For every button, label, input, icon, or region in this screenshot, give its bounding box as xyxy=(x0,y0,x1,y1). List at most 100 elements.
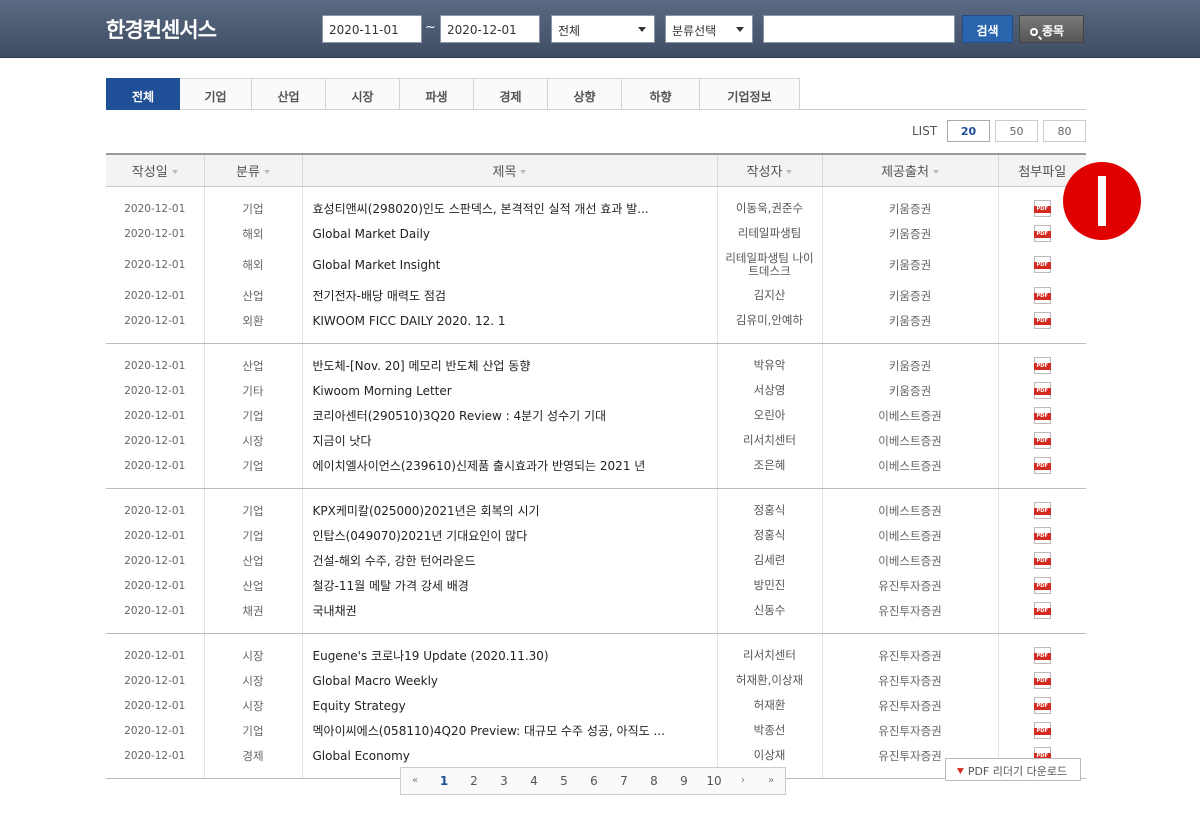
row-title[interactable]: Global Market Daily xyxy=(301,221,717,246)
date-to-input[interactable]: 2020-12-01 xyxy=(440,15,540,43)
page-10-button[interactable]: 10 xyxy=(699,768,729,794)
row-title[interactable]: 효성티앤씨(298020)인도 스판덱스, 본격적인 실적 개선 효과 발... xyxy=(301,196,717,221)
keyword-input[interactable] xyxy=(763,15,955,43)
table-row[interactable]: 2020-12-01 산업 건설-해외 수주, 강한 턴어라운드 김세련 이베스트증권 xyxy=(106,548,1086,573)
page-5-button[interactable]: 5 xyxy=(549,768,579,794)
row-title[interactable]: 인탑스(049070)2021년 기대요인이 많다 xyxy=(301,523,717,548)
row-title[interactable]: 국내채권 xyxy=(301,598,717,623)
row-title[interactable]: Global Macro Weekly xyxy=(301,668,717,693)
table-row[interactable]: 2020-12-01 기업 에이치엘사이언스(239610)신제품 출시효과가 반영… xyxy=(106,453,1086,478)
table-row[interactable]: 2020-12-01 기업 KPX케미칼(025000)2021년은 회복의 시기 정… xyxy=(106,498,1086,523)
table-row[interactable]: 2020-12-01 기타 Kiwoom Morning Letter 서상영 키움증권 xyxy=(106,378,1086,403)
table-row[interactable]: 2020-12-01 시장 지금이 낫다 리서치센터 이베스트증권 xyxy=(106,428,1086,453)
page-1-button[interactable]: 1 xyxy=(429,768,459,794)
tab-market[interactable]: 시장 xyxy=(326,78,400,110)
report-type-select[interactable]: 전체 xyxy=(551,15,655,43)
list-size-50[interactable]: 50 xyxy=(995,120,1038,142)
col-category[interactable]: 분류 xyxy=(203,153,302,187)
stock-search-button[interactable]: 종목 xyxy=(1019,15,1084,43)
row-title[interactable]: 반도체-[Nov. 20] 메모리 반도체 산업 동향 xyxy=(301,353,717,378)
col-title[interactable]: 제목 xyxy=(301,153,717,187)
table-row[interactable]: 2020-12-01 시장 Equity Strategy 허재환 유진투자증권 xyxy=(106,693,1086,718)
pdf-file-icon[interactable] xyxy=(1033,312,1051,329)
page-next-button[interactable]: › xyxy=(729,768,757,794)
site-logo[interactable]: 한경컨센서스 xyxy=(106,14,217,44)
row-title[interactable]: Eugene's 코로나19 Update (2020.11.30) xyxy=(301,643,717,668)
row-title[interactable]: KPX케미칼(025000)2021년은 회복의 시기 xyxy=(301,498,717,523)
page-last-button[interactable]: » xyxy=(757,768,785,794)
tab-upgrade[interactable]: 상향 xyxy=(548,78,622,110)
table-row[interactable]: 2020-12-01 외환 KIWOOM FICC DAILY 2020. 12. … xyxy=(106,308,1086,333)
tab-all[interactable]: 전체 xyxy=(106,78,180,110)
pdf-file-icon[interactable] xyxy=(1033,382,1051,399)
row-title[interactable]: 전기전자-배당 매력도 점검 xyxy=(301,283,717,308)
table-row[interactable]: 2020-12-01 산업 전기전자-배당 매력도 점검 김지산 키움증권 xyxy=(106,283,1086,308)
row-title[interactable]: Global Market Insight xyxy=(301,246,717,283)
pdf-file-icon[interactable] xyxy=(1033,672,1051,689)
tab-economy[interactable]: 경제 xyxy=(474,78,548,110)
table-row[interactable]: 2020-12-01 시장 Eugene's 코로나19 Update (2020.… xyxy=(106,643,1086,668)
tab-derivatives[interactable]: 파생 xyxy=(400,78,474,110)
pdf-reader-download-button[interactable]: ⯆ PDF 리더기 다운로드 xyxy=(945,758,1081,781)
row-source: 유진투자증권 xyxy=(821,598,998,623)
col-date[interactable]: 작성일 xyxy=(106,153,204,187)
row-title[interactable]: 지금이 낫다 xyxy=(301,428,717,453)
pdf-file-icon[interactable] xyxy=(1033,200,1051,217)
table-row[interactable]: 2020-12-01 산업 반도체-[Nov. 20] 메모리 반도체 산업 동향 박… xyxy=(106,353,1086,378)
pdf-file-icon[interactable] xyxy=(1033,432,1051,449)
row-title[interactable]: 철강-11월 메탈 가격 강세 배경 xyxy=(301,573,717,598)
row-title[interactable]: 에이치엘사이언스(239610)신제품 출시효과가 반영되는 2021 년 xyxy=(301,453,717,478)
row-title[interactable]: Equity Strategy xyxy=(301,693,717,718)
row-category: 산업 xyxy=(203,283,302,308)
page-4-button[interactable]: 4 xyxy=(519,768,549,794)
page-3-button[interactable]: 3 xyxy=(489,768,519,794)
pdf-file-icon[interactable] xyxy=(1033,722,1051,739)
table-row[interactable]: 2020-12-01 해외 Global Market Daily 리테일파생팀 키움증… xyxy=(106,221,1086,246)
list-size-80[interactable]: 80 xyxy=(1043,120,1086,142)
table-row[interactable]: 2020-12-01 기업 멕아이씨에스(058110)4Q20 Preview: … xyxy=(106,718,1086,743)
row-title[interactable]: Kiwoom Morning Letter xyxy=(301,378,717,403)
table-row[interactable]: 2020-12-01 시장 Global Macro Weekly 허재환,이상재 유진… xyxy=(106,668,1086,693)
table-row[interactable]: 2020-12-01 기업 효성티앤씨(298020)인도 스판덱스, 본격적인 실… xyxy=(106,196,1086,221)
table-row[interactable]: 2020-12-01 경제 Global Economy 이상재 유진투자증권 xyxy=(106,743,1086,768)
page-2-button[interactable]: 2 xyxy=(459,768,489,794)
search-button[interactable]: 검색 xyxy=(962,15,1013,43)
page-first-button[interactable]: « xyxy=(401,768,429,794)
page-6-button[interactable]: 6 xyxy=(579,768,609,794)
pdf-file-icon[interactable] xyxy=(1033,357,1051,374)
pdf-file-icon[interactable] xyxy=(1033,697,1051,714)
tab-company[interactable]: 기업 xyxy=(180,78,252,110)
pdf-file-icon[interactable] xyxy=(1033,407,1051,424)
table-row[interactable]: 2020-12-01 기업 코리아센터(290510)3Q20 Review : 4… xyxy=(106,403,1086,428)
page-7-button[interactable]: 7 xyxy=(609,768,639,794)
pdf-file-icon[interactable] xyxy=(1033,527,1051,544)
category-select[interactable]: 분류선택 xyxy=(665,15,753,43)
date-from-input[interactable]: 2020-11-01 xyxy=(322,15,422,43)
pdf-file-icon[interactable] xyxy=(1033,256,1051,273)
page-8-button[interactable]: 8 xyxy=(639,768,669,794)
pdf-file-icon[interactable] xyxy=(1033,457,1051,474)
pdf-file-icon[interactable] xyxy=(1033,225,1051,242)
col-author[interactable]: 작성자 xyxy=(716,153,822,187)
tab-industry[interactable]: 산업 xyxy=(252,78,326,110)
table-row[interactable]: 2020-12-01 산업 철강-11월 메탈 가격 강세 배경 방민진 유진투자증권 xyxy=(106,573,1086,598)
pdf-file-icon[interactable] xyxy=(1033,502,1051,519)
col-source[interactable]: 제공출처 xyxy=(821,153,998,187)
list-size-20[interactable]: 20 xyxy=(947,120,990,142)
tab-downgrade[interactable]: 하향 xyxy=(622,78,700,110)
pdf-file-icon[interactable] xyxy=(1033,287,1051,304)
row-title[interactable]: 건설-해외 수주, 강한 턴어라운드 xyxy=(301,548,717,573)
pdf-file-icon[interactable] xyxy=(1033,602,1051,619)
table-row[interactable]: 2020-12-01 해외 Global Market Insight 리테일파생팀 … xyxy=(106,246,1086,283)
tab-company-info[interactable]: 기업정보 xyxy=(700,78,800,110)
row-title[interactable]: 코리아센터(290510)3Q20 Review : 4분기 성수기 기대 xyxy=(301,403,717,428)
table-row[interactable]: 2020-12-01 채권 국내채권 신동수 유진투자증권 xyxy=(106,598,1086,623)
pdf-file-icon[interactable] xyxy=(1033,577,1051,594)
table-row[interactable]: 2020-12-01 기업 인탑스(049070)2021년 기대요인이 많다 정홍식… xyxy=(106,523,1086,548)
pdf-file-icon[interactable] xyxy=(1033,552,1051,569)
row-title[interactable]: KIWOOM FICC DAILY 2020. 12. 1 xyxy=(301,308,717,333)
row-title[interactable]: Global Economy xyxy=(301,743,717,768)
pdf-file-icon[interactable] xyxy=(1033,647,1051,664)
row-title[interactable]: 멕아이씨에스(058110)4Q20 Preview: 대규모 수주 성공, 아… xyxy=(301,718,717,743)
page-9-button[interactable]: 9 xyxy=(669,768,699,794)
